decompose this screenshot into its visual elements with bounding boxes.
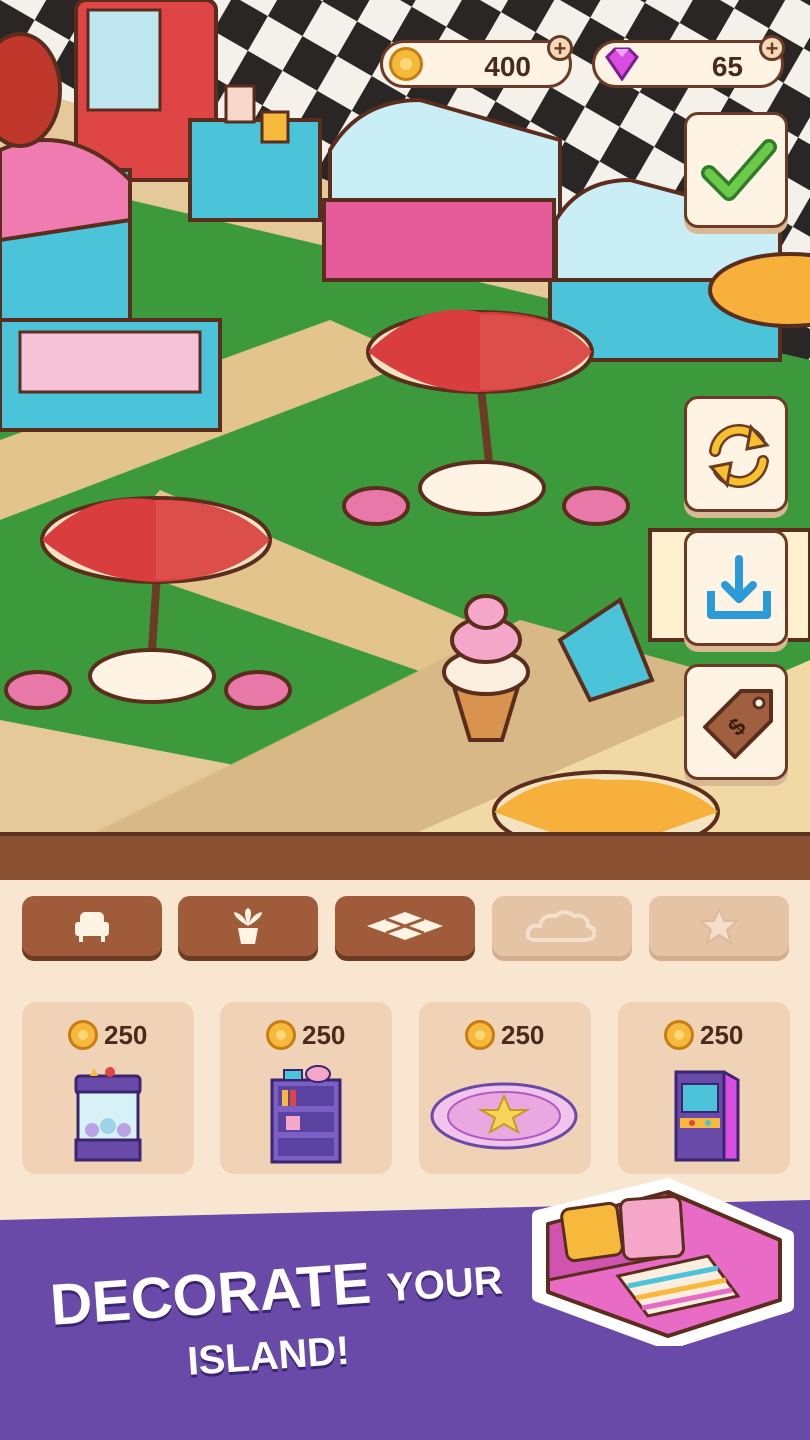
sofa-illustration (532, 1178, 794, 1346)
gem-counter[interactable]: 65 + (592, 35, 785, 88)
coin-icon (465, 1020, 495, 1050)
sell-button[interactable]: $ (684, 664, 788, 780)
tab-special[interactable] (649, 896, 789, 956)
coin-icon (389, 47, 423, 81)
rotate-icon (708, 423, 770, 489)
add-coins-button[interactable]: + (547, 35, 573, 61)
coin-icon (664, 1020, 694, 1050)
rotate-button[interactable] (684, 396, 788, 512)
confirm-check-icon (701, 139, 777, 201)
gem-icon (605, 47, 639, 81)
item-card-arcade[interactable]: 250 (618, 1002, 790, 1174)
arcade-cabinet-icon (674, 1070, 740, 1162)
plant-icon (234, 908, 262, 944)
item-card-star-rug[interactable]: 250 (419, 1002, 591, 1174)
store-button[interactable] (684, 530, 788, 646)
tab-furniture[interactable] (22, 896, 162, 956)
item-price: 250 (700, 1020, 744, 1050)
gem-amount: 65 (711, 51, 743, 82)
item-price: 250 (302, 1020, 346, 1050)
add-gems-button[interactable]: + (759, 35, 785, 61)
store-icon (707, 555, 771, 619)
item-price: 250 (104, 1020, 148, 1050)
tab-floors[interactable] (335, 896, 475, 956)
armchair-icon (75, 912, 109, 942)
sell-tag-icon: $ (703, 689, 773, 759)
confirm-button[interactable] (684, 112, 788, 228)
claw-machine-icon (74, 1067, 142, 1162)
coin-counter[interactable]: 400 + (380, 35, 573, 88)
star-icon (700, 908, 738, 944)
cloud-icon (526, 910, 596, 942)
item-price: 250 (501, 1020, 545, 1050)
item-card-bookshelf[interactable]: 250 (220, 1002, 392, 1174)
panel-divider (0, 832, 810, 880)
tab-plants[interactable] (178, 896, 318, 956)
tab-sky[interactable] (492, 896, 632, 956)
banner-word-your: YOUR (385, 1258, 505, 1311)
coin-icon (266, 1020, 296, 1050)
coin-amount: 400 (484, 51, 531, 82)
item-card-claw-machine[interactable]: 250 (22, 1002, 194, 1174)
star-rug-icon (430, 1082, 578, 1150)
bookshelf-icon (270, 1065, 342, 1164)
coin-icon (68, 1020, 98, 1050)
floor-tile-icon (367, 912, 443, 940)
